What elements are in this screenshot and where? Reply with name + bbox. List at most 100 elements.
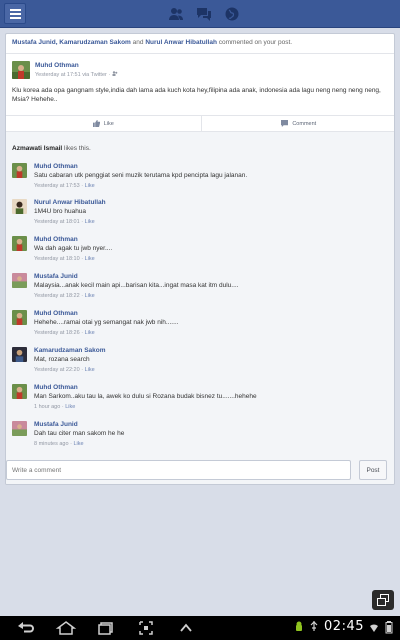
comment-text: Mat, rozana search	[34, 356, 90, 363]
notification-names[interactable]: Mustafa Junid, Kamarudzaman Sakom	[12, 39, 131, 46]
comment-like-link[interactable]: Like	[65, 404, 75, 410]
notifications-globe-icon[interactable]	[224, 6, 240, 22]
notification-line[interactable]: Mustafa Junid, Kamarudzaman Sakom and Nu…	[6, 34, 394, 54]
comment-meta: Yesterday at 17:53 · Like	[34, 183, 95, 189]
post-actions: Like Comment	[6, 115, 395, 132]
friends-privacy-icon	[112, 71, 118, 76]
comment-meta: Yesterday at 18:26 · Like	[34, 330, 95, 336]
comment-like-link[interactable]: Like	[73, 441, 83, 447]
like-label: Like	[103, 120, 114, 127]
like-button[interactable]: Like	[6, 116, 201, 131]
comment-composer: Post	[6, 460, 390, 480]
android-debug-icon	[296, 621, 303, 631]
post-body: Klu korea ada opa gangnam style,india da…	[12, 87, 381, 103]
comment-time: Yesterday at 18:26 ·	[34, 330, 85, 336]
home-icon[interactable]	[55, 620, 77, 636]
comment-like-link[interactable]: Like	[85, 330, 95, 336]
comment-text: Wa dah agak tu jwb nyer....	[34, 245, 113, 252]
comment-author[interactable]: Muhd Othman	[34, 310, 78, 317]
avatar[interactable]	[12, 347, 27, 362]
comment-text: Satu cabaran utk penggiat seni muzik ter…	[34, 172, 248, 179]
comment-like-link[interactable]: Like	[85, 367, 95, 373]
post-meta: Yesterday at 17:51 via Twitter ·	[35, 71, 118, 78]
comment-author[interactable]: Muhd Othman	[34, 163, 78, 170]
avatar[interactable]	[12, 61, 30, 79]
comment-text: Malaysia...anak kecil main api...barisan…	[34, 282, 239, 289]
notification-last-name[interactable]: Nurul Anwar Hibatullah	[145, 39, 217, 46]
post-timestamp: Yesterday at 17:51 via Twitter ·	[35, 72, 112, 78]
post-card: Mustafa Junid, Kamarudzaman Sakom and Nu…	[5, 33, 395, 485]
recent-apps-icon[interactable]	[95, 620, 117, 636]
comment-meta: Yesterday at 18:22 · Like	[34, 293, 95, 299]
comment-item: Muhd Othman Satu cabaran utk penggiat se…	[12, 163, 392, 197]
comment-text: Man Sarkom..aku tau la, awek ko dulu si …	[34, 393, 257, 400]
comment-time: Yesterday at 17:53 ·	[34, 183, 85, 189]
notification-and: and	[130, 39, 146, 46]
wifi-icon	[370, 623, 378, 632]
comment-meta: 1 hour ago · Like	[34, 404, 75, 410]
comment-item: Mustafa Junid Malaysia...anak kecil main…	[12, 273, 392, 307]
comment-time: Yesterday at 18:01 ·	[34, 219, 85, 225]
friend-requests-icon[interactable]	[168, 6, 184, 22]
comment-time: Yesterday at 18:10 ·	[34, 256, 85, 262]
battery-icon	[385, 620, 393, 633]
post-button[interactable]: Post	[359, 460, 387, 480]
comment-item: Kamarudzaman Sakom Mat, rozana search Ye…	[12, 347, 392, 381]
messages-icon[interactable]	[196, 6, 212, 22]
hamburger-icon[interactable]	[4, 3, 26, 24]
comment-author[interactable]: Mustafa Junid	[34, 273, 78, 280]
comment-meta: Yesterday at 18:01 · Like	[34, 219, 95, 225]
comment-time: 8 minutes ago ·	[34, 441, 74, 447]
multi-window-icon[interactable]	[372, 590, 394, 610]
liker-name[interactable]: Azmawati Ismail	[12, 145, 62, 152]
system-nav-buttons	[15, 620, 197, 636]
notification-suffix: commented on your post.	[216, 39, 293, 46]
comment-text: 1M4U bro huahua	[34, 208, 87, 215]
comment-item: Mustafa Junid Dah tau citer man sakom he…	[12, 421, 392, 455]
comment-text: Dah tau citer man sakom he he	[34, 430, 125, 437]
comment-item: Muhd Othman Man Sarkom..aku tau la, awek…	[12, 384, 392, 418]
system-nav-bar: 02:45	[0, 616, 400, 640]
avatar[interactable]	[12, 310, 27, 325]
avatar[interactable]	[12, 273, 27, 288]
comment-time: Yesterday at 22:20 ·	[34, 367, 85, 373]
top-bar	[0, 0, 400, 28]
back-icon[interactable]	[15, 620, 37, 636]
comment-author[interactable]: Muhd Othman	[34, 236, 78, 243]
comment-time: 1 hour ago ·	[34, 404, 66, 410]
likes-suffix: likes this.	[62, 145, 91, 152]
comments-section: Azmawati Ismail likes this. Muhd Othman …	[6, 132, 394, 484]
status-area: 02:45	[294, 619, 394, 634]
comment-like-link[interactable]: Like	[85, 256, 95, 262]
comment-like-link[interactable]: Like	[85, 293, 95, 299]
avatar[interactable]	[12, 421, 27, 436]
screenshot-icon[interactable]	[135, 620, 157, 636]
top-nav-icons	[168, 6, 240, 22]
comment-time: Yesterday at 18:22 ·	[34, 293, 85, 299]
comment-text: Hehehe....ramai otai yg semangat nak jwb…	[34, 319, 179, 326]
likes-summary: Azmawati Ismail likes this.	[12, 145, 91, 152]
comment-like-link[interactable]: Like	[85, 219, 95, 225]
menu-up-icon[interactable]	[175, 620, 197, 636]
comment-author[interactable]: Nurul Anwar Hibatullah	[34, 199, 106, 206]
comment-meta: Yesterday at 22:20 · Like	[34, 367, 95, 373]
comment-label: Comment	[292, 120, 317, 127]
post-author[interactable]: Muhd Othman	[35, 62, 79, 69]
comment-bubble-icon	[281, 120, 289, 127]
comment-author[interactable]: Muhd Othman	[34, 384, 78, 391]
comment-item: Nurul Anwar Hibatullah 1M4U bro huahua Y…	[12, 199, 392, 233]
comment-button[interactable]: Comment	[200, 116, 395, 131]
comment-author[interactable]: Mustafa Junid	[34, 421, 78, 428]
avatar[interactable]	[12, 384, 27, 399]
avatar[interactable]	[12, 163, 27, 178]
comment-author[interactable]: Kamarudzaman Sakom	[34, 347, 106, 354]
comment-like-link[interactable]: Like	[85, 183, 95, 189]
usb-icon	[310, 620, 318, 631]
system-clock: 02:45	[324, 619, 364, 634]
comment-item: Muhd Othman Hehehe....ramai otai yg sema…	[12, 310, 392, 344]
comment-input[interactable]	[6, 460, 351, 480]
comment-item: Muhd Othman Wa dah agak tu jwb nyer.... …	[12, 236, 392, 270]
comment-meta: 8 minutes ago · Like	[34, 441, 84, 447]
avatar[interactable]	[12, 199, 27, 214]
avatar[interactable]	[12, 236, 27, 251]
